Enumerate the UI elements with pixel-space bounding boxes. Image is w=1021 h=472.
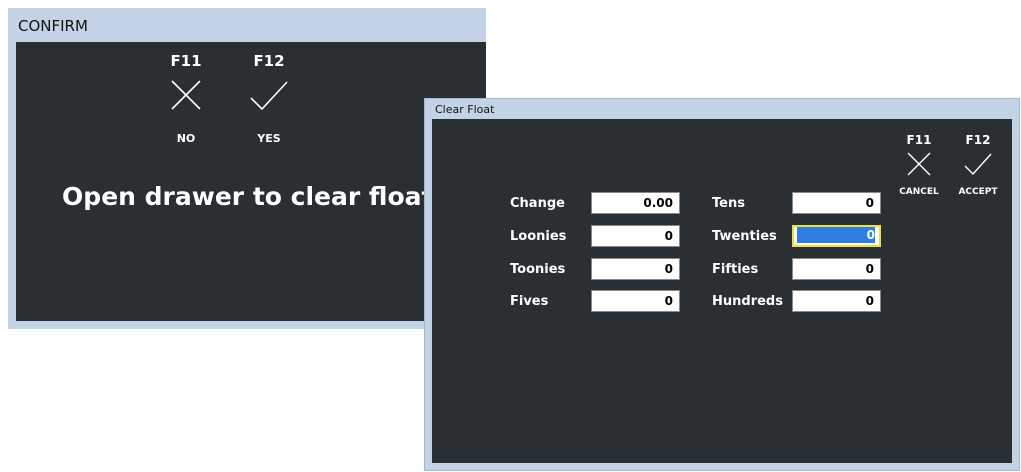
cancel-label: CANCEL	[899, 187, 939, 197]
cancel-key-label: F11	[906, 133, 932, 147]
yes-label: YES	[257, 132, 281, 145]
fifties-label: Fifties	[712, 262, 759, 277]
loonies-label: Loonies	[510, 229, 567, 244]
change-label: Change	[510, 196, 565, 211]
clear-float-body: F11 CANCEL F12 ACCEPT Change 0.00 Loonie…	[432, 119, 1012, 463]
no-label: NO	[176, 132, 196, 145]
close-icon	[161, 78, 211, 116]
accept-label: ACCEPT	[958, 187, 998, 197]
close-icon	[899, 151, 939, 181]
twenties-value: 0	[866, 228, 875, 242]
hundreds-label: Hundreds	[712, 294, 783, 309]
accept-button[interactable]: F12 ACCEPT	[955, 133, 1001, 197]
twenties-selection: 0	[797, 227, 875, 243]
toonies-label: Toonies	[510, 262, 566, 277]
cancel-button[interactable]: F11 CANCEL	[899, 133, 939, 197]
twenties-field[interactable]: 0	[792, 225, 881, 247]
clear-float-title: Clear Float	[425, 99, 1019, 119]
twenties-label: Twenties	[712, 229, 777, 244]
tens-field[interactable]: 0	[792, 192, 881, 214]
yes-key-label: F12	[253, 52, 285, 70]
fives-field[interactable]: 0	[591, 290, 680, 312]
confirm-title: CONFIRM	[8, 8, 486, 42]
confirm-dialog: CONFIRM F11 NO F12 YES Open drawer to cl…	[8, 8, 486, 329]
fives-label: Fives	[510, 294, 549, 309]
clear-float-dialog: Clear Float F11 CANCEL F12 ACCEPT Change…	[424, 98, 1020, 471]
tens-label: Tens	[712, 196, 745, 211]
check-icon	[244, 78, 294, 116]
hundreds-field[interactable]: 0	[792, 290, 881, 312]
yes-button[interactable]: F12 YES	[244, 52, 294, 145]
confirm-message: Open drawer to clear float?	[62, 182, 448, 211]
change-field[interactable]: 0.00	[591, 192, 680, 214]
confirm-body: F11 NO F12 YES Open drawer to clear floa…	[16, 42, 486, 321]
no-key-label: F11	[170, 52, 202, 70]
check-icon	[955, 151, 1001, 181]
loonies-field[interactable]: 0	[591, 225, 680, 247]
fifties-field[interactable]: 0	[792, 258, 881, 280]
toonies-field[interactable]: 0	[591, 258, 680, 280]
no-button[interactable]: F11 NO	[161, 52, 211, 145]
accept-key-label: F12	[965, 133, 991, 147]
